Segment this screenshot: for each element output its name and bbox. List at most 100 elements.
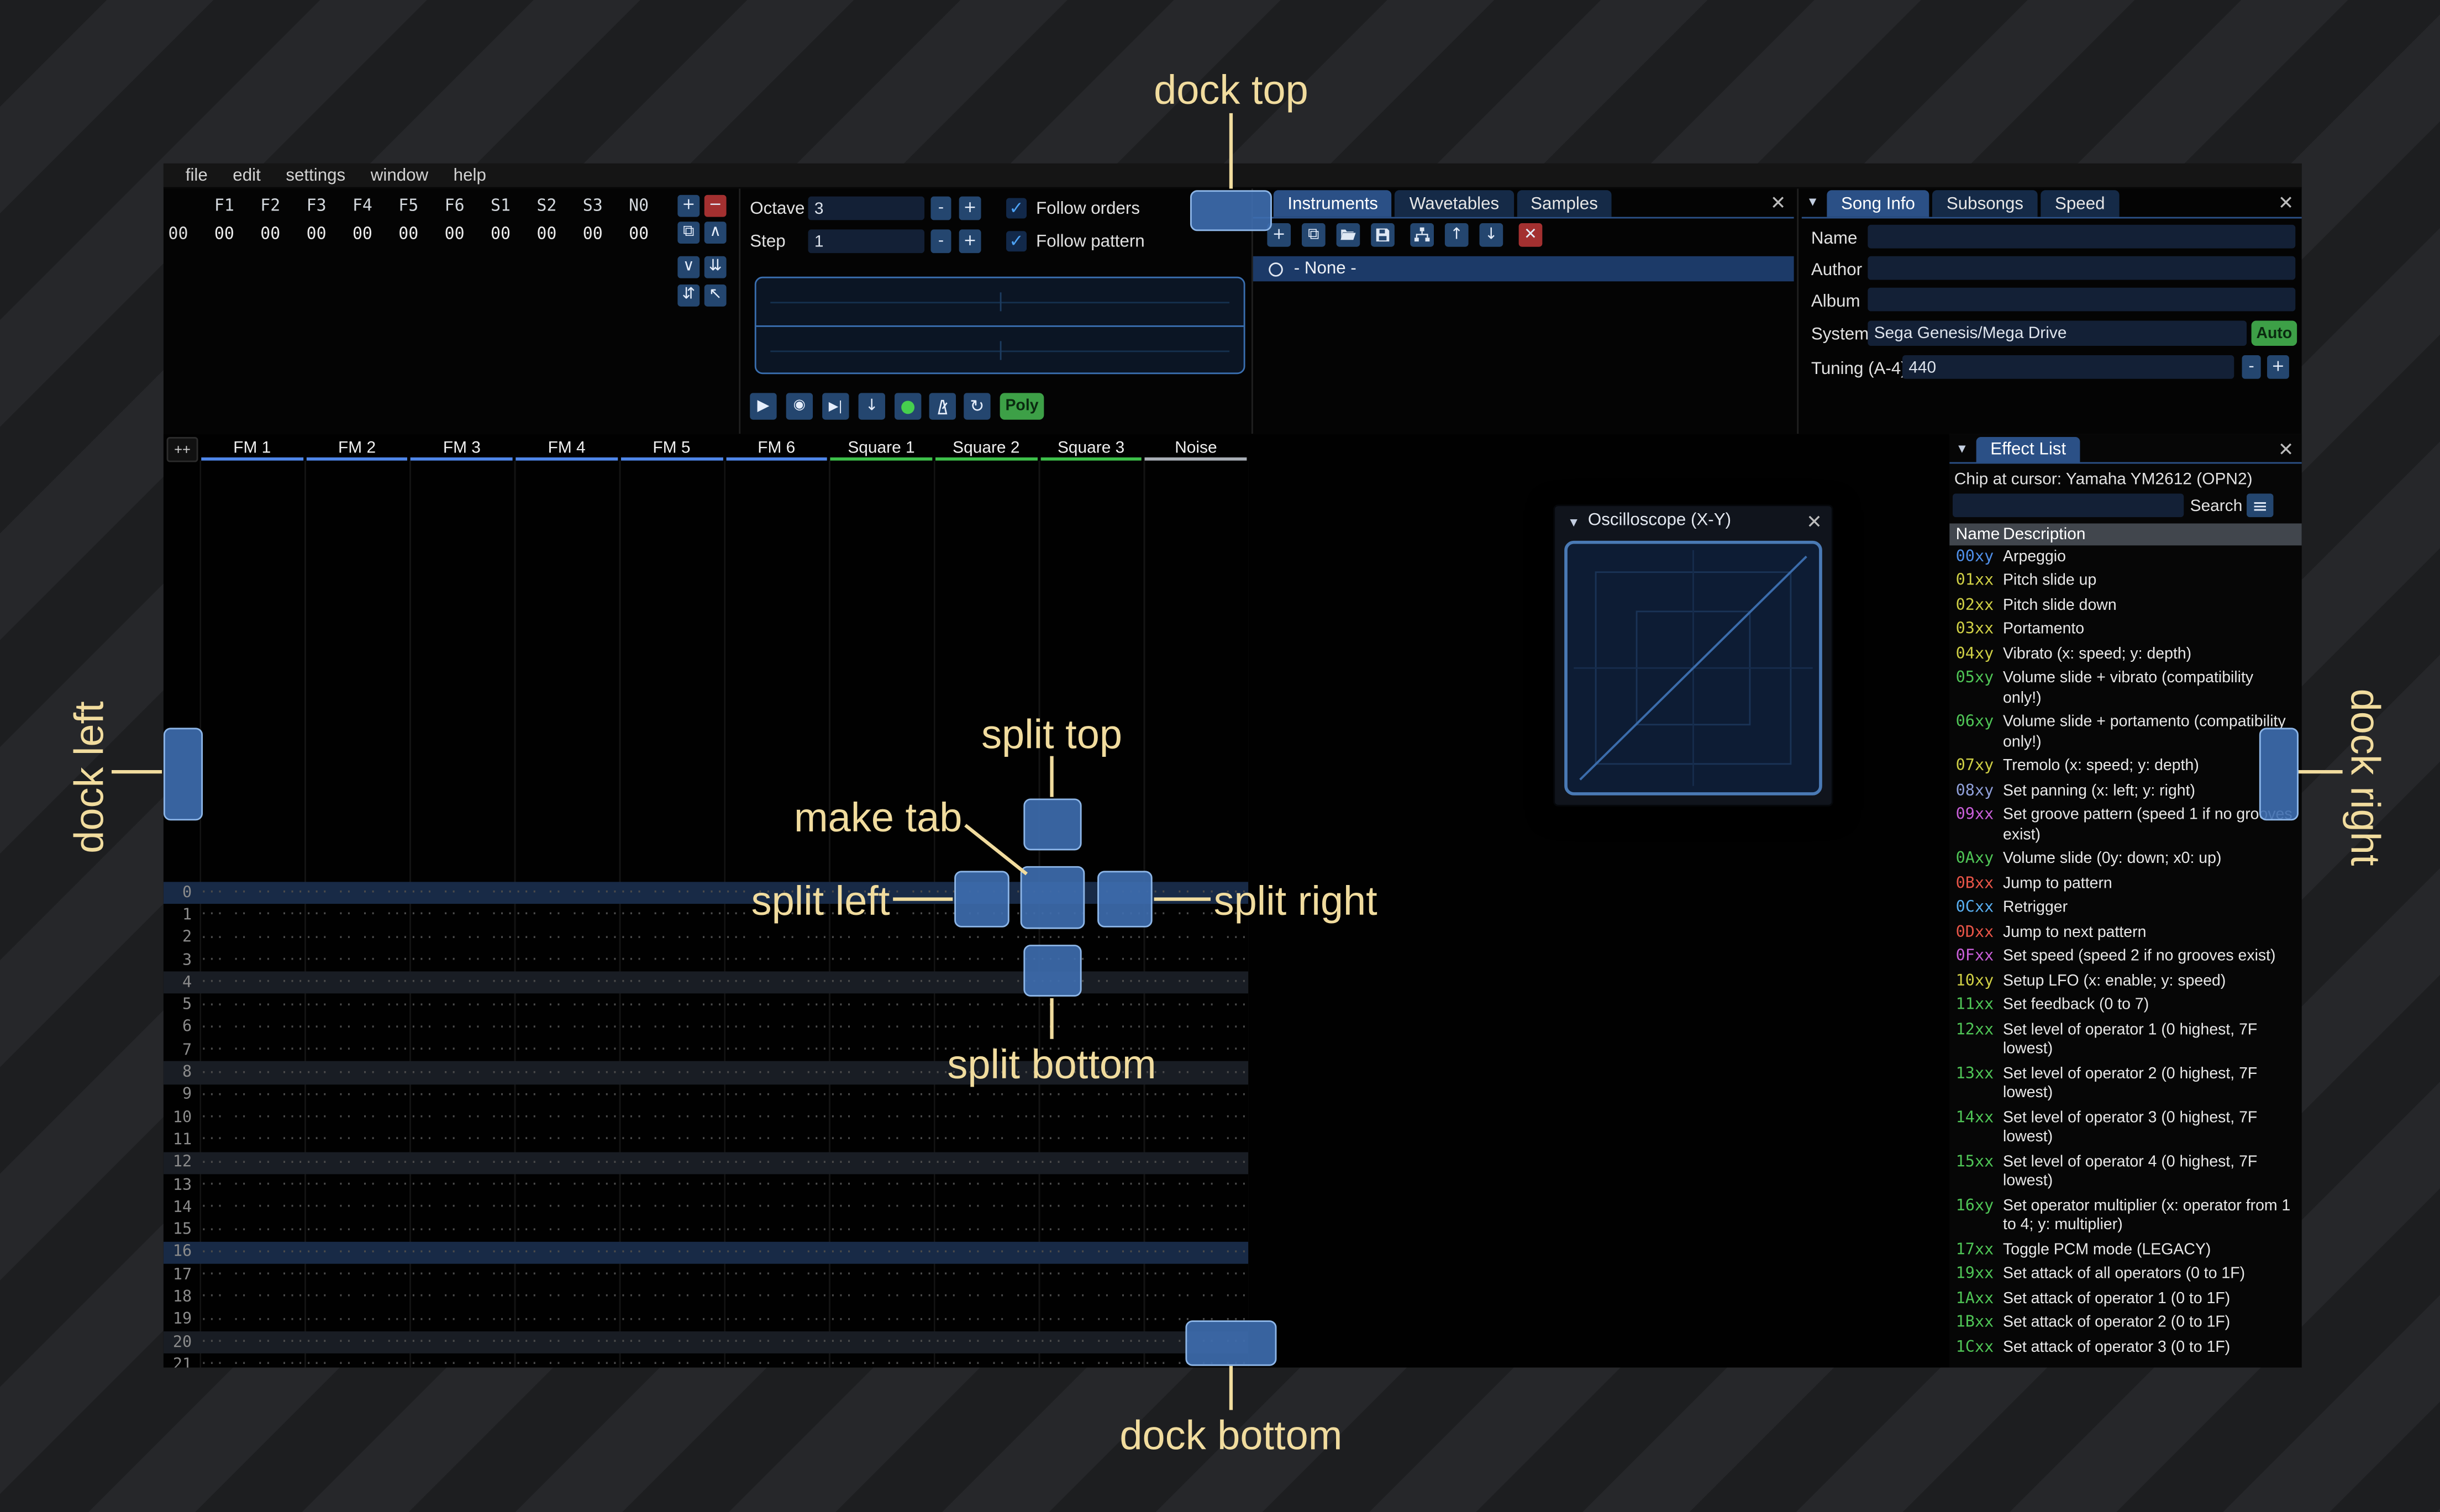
pattern-cell[interactable]: ··· ·· ·· ···: [304, 885, 409, 900]
tab-wavetables[interactable]: Wavetables: [1395, 190, 1513, 217]
pattern-cell[interactable]: ··· ·· ·· ···: [724, 1132, 829, 1148]
pattern-cell[interactable]: ··· ·· ·· ···: [199, 1357, 304, 1368]
pattern-cell[interactable]: ··· ·· ·· ···: [304, 1020, 409, 1035]
pattern-cell[interactable]: ··· ·· ·· ···: [409, 1065, 514, 1081]
pattern-cell[interactable]: ··· ·· ·· ···: [619, 1312, 724, 1327]
pattern-cell[interactable]: ··· ·· ·· ···: [1038, 998, 1143, 1013]
pattern-cell[interactable]: ··· ·· ·· ···: [619, 1020, 724, 1035]
pattern-cell[interactable]: ··· ·· ·· ···: [514, 1357, 619, 1368]
pattern-cell[interactable]: ··· ·· ·· ···: [409, 952, 514, 968]
pattern-cell[interactable]: ··· ·· ·· ···: [619, 1223, 724, 1238]
pattern-cell[interactable]: ··· ·· ·· ···: [409, 1132, 514, 1148]
collapse-arrow-icon[interactable]: ▼: [1806, 195, 1819, 209]
pattern-cell[interactable]: ··· ·· ·· ···: [409, 1020, 514, 1035]
pattern-cell[interactable]: ··· ·· ·· ···: [514, 1132, 619, 1148]
tab-song-info[interactable]: Song Info: [1827, 190, 1929, 217]
pattern-cell[interactable]: ··· ·· ·· ···: [619, 1200, 724, 1215]
pattern-cell[interactable]: ··· ·· ·· ···: [724, 1245, 829, 1260]
pattern-cell[interactable]: ··· ·· ·· ···: [409, 885, 514, 900]
effect-row[interactable]: 04xy Vibrato (x: speed; y: depth): [1949, 643, 2301, 667]
pattern-cell[interactable]: ··· ·· ·· ···: [724, 1087, 829, 1103]
effect-row[interactable]: 11xx Set feedback (0 to 7): [1949, 994, 2301, 1019]
oscilloscope-close-button[interactable]: ✕: [1803, 509, 1826, 533]
pattern-cell[interactable]: ··· ·· ·· ···: [724, 1042, 829, 1058]
order-cell[interactable]: 00: [293, 225, 339, 244]
pattern-cell[interactable]: ··· ·· ·· ···: [1143, 998, 1248, 1013]
effect-search-input[interactable]: [1952, 493, 2184, 518]
pattern-cell[interactable]: ··· ·· ·· ···: [409, 908, 514, 923]
pattern-cell[interactable]: ··· ·· ·· ···: [619, 1357, 724, 1368]
pattern-cell[interactable]: ··· ·· ·· ···: [1143, 1267, 1248, 1283]
pattern-row[interactable]: 4 ··· ·· ·· ··· ··· ·· ·· ··· ··· ·· ·· ···…: [163, 971, 1249, 994]
pattern-cell[interactable]: ··· ·· ·· ···: [724, 1020, 829, 1035]
pattern-cell[interactable]: ··· ·· ·· ···: [934, 1087, 1039, 1103]
pattern-cell[interactable]: ··· ·· ·· ···: [514, 1155, 619, 1171]
menu-edit[interactable]: edit: [220, 166, 274, 185]
channel-header[interactable]: FM 3: [409, 435, 514, 461]
pattern-cell[interactable]: ··· ·· ·· ···: [409, 1245, 514, 1260]
pattern-cell[interactable]: ··· ·· ·· ···: [829, 1335, 934, 1350]
pattern-row[interactable]: 20 ··· ·· ·· ··· ··· ·· ·· ··· ··· ·· ·· ··…: [163, 1331, 1249, 1354]
channel-header[interactable]: Square 3: [1039, 435, 1144, 461]
effect-row[interactable]: 02xx Pitch slide down: [1949, 594, 2301, 619]
pattern-cell[interactable]: ··· ·· ·· ···: [304, 1177, 409, 1193]
pattern-cell[interactable]: ··· ·· ·· ···: [619, 1290, 724, 1305]
tuning-input[interactable]: 440: [1902, 355, 2234, 379]
pattern-cell[interactable]: ··· ·· ·· ···: [934, 998, 1039, 1013]
pattern-cell[interactable]: ··· ·· ·· ···: [619, 1245, 724, 1260]
pattern-cell[interactable]: ··· ·· ·· ···: [514, 1223, 619, 1238]
pattern-cell[interactable]: ··· ·· ·· ···: [304, 998, 409, 1013]
pattern-cell[interactable]: ··· ·· ·· ···: [619, 975, 724, 991]
pattern-cell[interactable]: ··· ·· ·· ···: [829, 1110, 934, 1125]
octave-increase-button[interactable]: +: [959, 196, 981, 220]
pattern-cell[interactable]: ··· ·· ·· ···: [199, 1155, 304, 1171]
pattern-cell[interactable]: ··· ·· ·· ···: [619, 1110, 724, 1125]
pattern-cell[interactable]: ··· ·· ·· ···: [304, 1245, 409, 1260]
pattern-cell[interactable]: ··· ·· ·· ···: [1143, 1200, 1248, 1215]
effect-row[interactable]: 0Bxx Jump to pattern: [1949, 872, 2301, 897]
channel-header[interactable]: FM 5: [619, 435, 724, 461]
pattern-cell[interactable]: ··· ·· ·· ···: [934, 1200, 1039, 1215]
pattern-cell[interactable]: ··· ·· ·· ···: [619, 1132, 724, 1148]
octave-input[interactable]: 3: [808, 196, 925, 220]
channel-header[interactable]: Square 1: [829, 435, 934, 461]
order-cell[interactable]: 00: [201, 225, 247, 244]
effect-list-menu-button[interactable]: ≡: [2247, 493, 2274, 518]
pattern-cell[interactable]: ··· ·· ·· ···: [724, 1155, 829, 1171]
effect-row[interactable]: 05xy Volume slide + vibrato (compatibilit…: [1949, 667, 2301, 712]
split-bottom-target[interactable]: [1023, 945, 1082, 997]
pattern-cell[interactable]: ··· ·· ·· ···: [1143, 1132, 1248, 1148]
pattern-cell[interactable]: ··· ·· ·· ···: [514, 952, 619, 968]
pattern-cell[interactable]: ··· ·· ·· ···: [199, 1312, 304, 1327]
tab-speed[interactable]: Speed: [2041, 190, 2120, 217]
tuning-increase-button[interactable]: +: [2267, 355, 2289, 379]
pattern-cell[interactable]: ··· ·· ·· ···: [514, 1245, 619, 1260]
pattern-row[interactable]: 14 ··· ·· ·· ··· ··· ·· ·· ··· ··· ·· ·· ··…: [164, 1197, 1248, 1219]
pattern-cell[interactable]: ··· ·· ·· ···: [514, 1177, 619, 1193]
pattern-cell[interactable]: ··· ·· ·· ···: [1038, 1223, 1143, 1238]
effect-row[interactable]: 1Axx Set attack of operator 1 (0 to 1F): [1949, 1287, 2301, 1311]
pattern-cell[interactable]: ··· ·· ·· ···: [199, 1223, 304, 1238]
effect-row[interactable]: 06xy Volume slide + portamento (compatibi…: [1949, 712, 2301, 756]
duplicate-order-end-button[interactable]: ⇊: [704, 256, 727, 278]
pattern-cell[interactable]: ··· ·· ·· ···: [724, 1357, 829, 1368]
change-all-orders-button[interactable]: ⇵: [677, 285, 700, 307]
pattern-cell[interactable]: ··· ·· ·· ···: [199, 1200, 304, 1215]
effect-row[interactable]: 0Axy Volume slide (0y: down; x0: up): [1949, 848, 2301, 872]
pattern-cell[interactable]: ··· ·· ·· ···: [409, 1042, 514, 1058]
pattern-cell[interactable]: ··· ·· ·· ···: [934, 1335, 1039, 1350]
pattern-cell[interactable]: ··· ·· ·· ···: [829, 1132, 934, 1148]
pattern-cell[interactable]: ··· ·· ·· ···: [304, 1267, 409, 1283]
pattern-cell[interactable]: ··· ·· ·· ···: [304, 1155, 409, 1171]
pattern-cell[interactable]: ··· ·· ·· ···: [1143, 952, 1248, 968]
pattern-cell[interactable]: ··· ·· ·· ···: [199, 1335, 304, 1350]
tab-samples[interactable]: Samples: [1516, 190, 1612, 217]
system-auto-button[interactable]: Auto: [2251, 320, 2297, 346]
pattern-cell[interactable]: ··· ·· ·· ···: [829, 1357, 934, 1368]
pattern-cell[interactable]: ··· ·· ·· ···: [304, 908, 409, 923]
pattern-cell[interactable]: ··· ·· ·· ···: [409, 1267, 514, 1283]
pattern-cell[interactable]: ··· ·· ·· ···: [304, 1087, 409, 1103]
pattern-cell[interactable]: ··· ·· ·· ···: [199, 1245, 304, 1260]
name-input[interactable]: [1868, 224, 2296, 249]
pattern-cell[interactable]: ··· ·· ·· ···: [199, 952, 304, 968]
